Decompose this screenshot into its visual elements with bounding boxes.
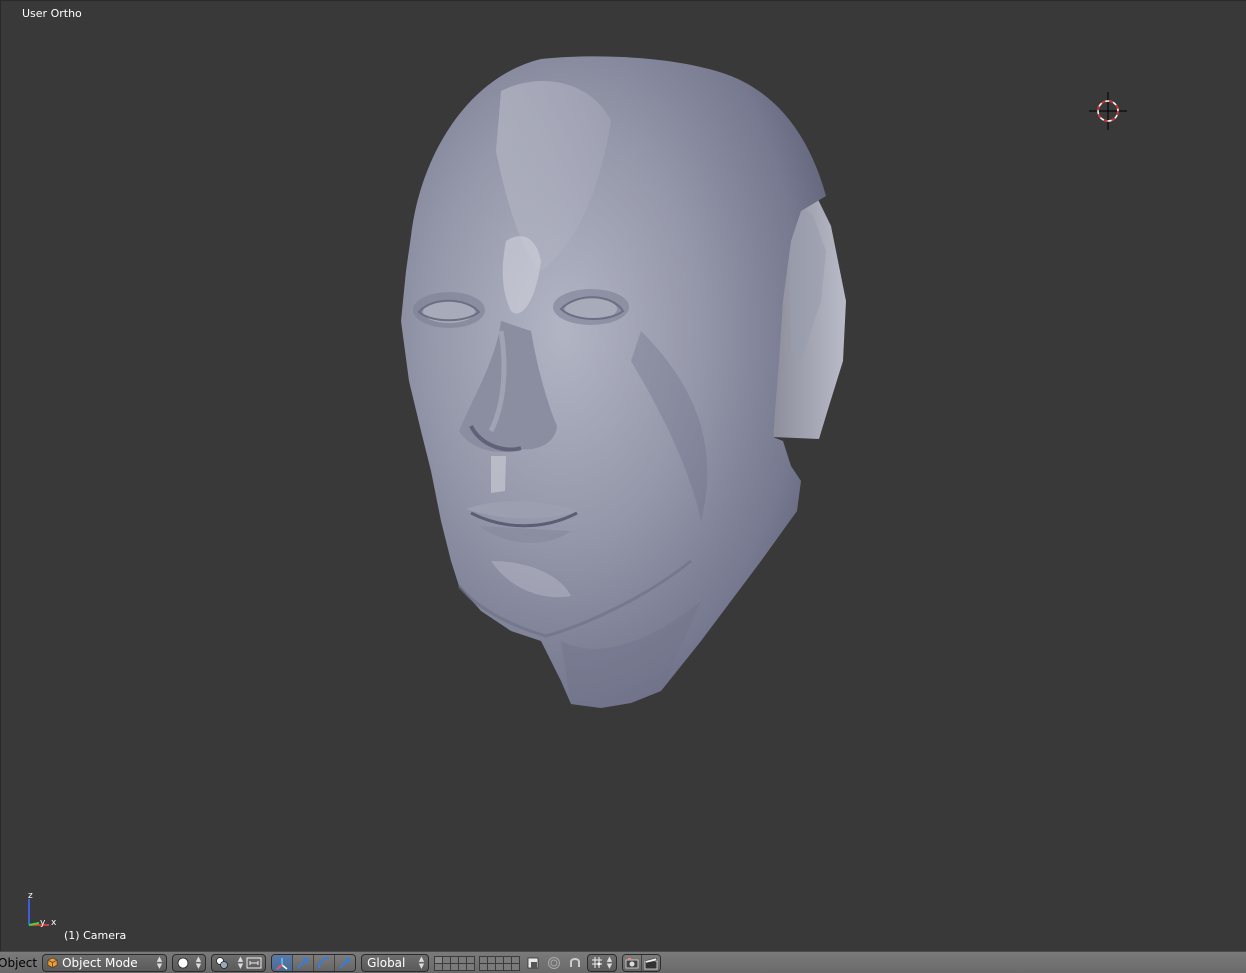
orientation-dropdown-value: Global <box>367 955 406 970</box>
menu-object[interactable]: Object <box>0 956 37 970</box>
snap-element-icon <box>592 956 603 968</box>
proportional-edit-icon <box>548 956 561 969</box>
updown-arrows-icon: ▲ ▼ <box>156 954 163 970</box>
render-animation-button[interactable] <box>642 954 661 971</box>
scale-button[interactable] <box>335 954 356 971</box>
orientation-dropdown[interactable]: Global ▲ ▼ <box>361 953 430 972</box>
axis-gizmo-icon: z y x <box>28 891 57 928</box>
updown-arrows-icon: ▲ ▼ <box>237 954 244 970</box>
pivot-dropdown[interactable]: ▲ ▼ <box>211 953 267 972</box>
axis-z-label: z <box>28 891 33 901</box>
snap-toggle-button[interactable] <box>566 954 584 972</box>
align-icon[interactable] <box>246 956 262 970</box>
viewport-header: Object Object Mode ▲ ▼ ▲ ▼ ▲ ▼ Global ▲ … <box>0 951 1246 973</box>
updown-arrows-icon: ▲ ▼ <box>606 954 613 970</box>
active-object-label: (1) Camera <box>64 929 127 942</box>
render-camera-icon <box>625 957 639 968</box>
snap-magnet-icon <box>570 957 581 967</box>
axis-x-label: x <box>51 918 57 928</box>
head-mesh[interactable] <box>1 1 1246 951</box>
rotate-arc-icon <box>318 956 330 968</box>
lock-layers-button[interactable] <box>524 954 542 972</box>
layer-button[interactable] <box>466 962 476 971</box>
layer-buttons-right[interactable] <box>479 955 521 971</box>
translate-arrow-icon <box>297 957 309 969</box>
shading-dropdown[interactable]: ▲ ▼ <box>172 953 207 972</box>
3d-viewport[interactable]: User Ortho z y x (1) Camera <box>0 0 1246 951</box>
render-still-button[interactable] <box>623 954 643 971</box>
solid-sphere-icon <box>177 957 189 968</box>
view-type-label: User Ortho <box>22 7 82 20</box>
layer-buttons-left[interactable] <box>434 955 476 971</box>
mode-dropdown-value: Object Mode <box>62 955 138 970</box>
rotate-button[interactable] <box>314 954 336 971</box>
scale-icon <box>339 957 351 969</box>
lock-layers-icon <box>527 957 539 968</box>
updown-arrows-icon: ▲ ▼ <box>418 954 425 970</box>
manipulator-toggle-icon <box>276 957 288 970</box>
layer-button[interactable] <box>511 962 521 971</box>
axis-y-label: y <box>40 918 46 928</box>
render-button-group <box>622 953 662 972</box>
snap-element-dropdown[interactable]: ▲ ▼ <box>587 953 618 972</box>
cube-icon <box>47 957 58 968</box>
translate-button[interactable] <box>293 954 315 971</box>
3d-cursor-icon[interactable] <box>1087 90 1129 132</box>
manipulator-toggle-button[interactable] <box>272 954 294 971</box>
clapper-icon <box>644 957 658 969</box>
pivot-icon <box>216 956 228 969</box>
mode-dropdown[interactable]: Object Mode ▲ ▼ <box>42 953 168 972</box>
manipulator-button-group <box>271 953 357 972</box>
updown-arrows-icon: ▲ ▼ <box>195 954 202 970</box>
proportional-edit-button[interactable] <box>545 954 563 972</box>
